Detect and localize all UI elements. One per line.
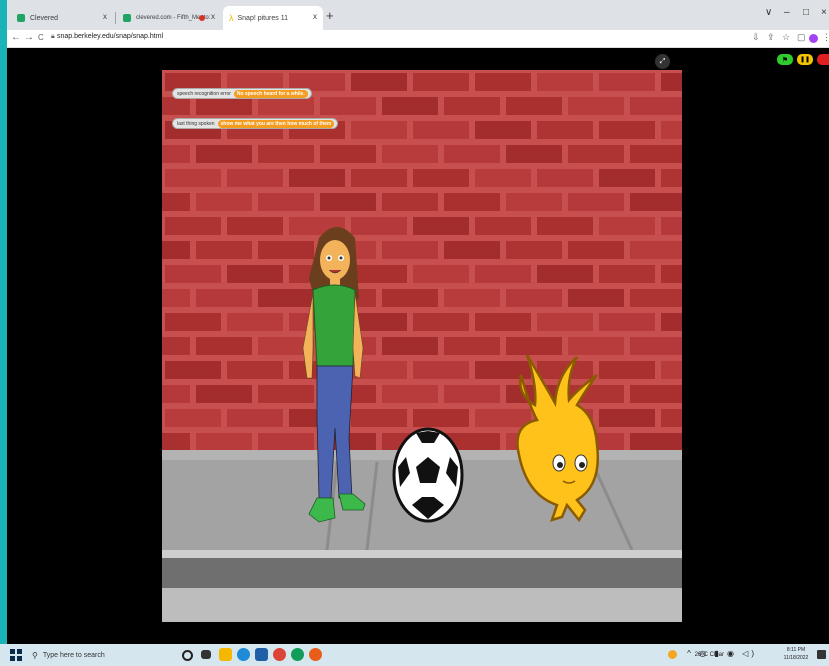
- mail-icon[interactable]: [255, 648, 268, 661]
- tab-clevered-mentor[interactable]: clevered.com - Fifth_Mento: x: [117, 6, 221, 30]
- browser-toolbar: ← → C 🔒︎ snap.berkeley.edu/snap/snap.htm…: [7, 30, 829, 48]
- close-tab-icon[interactable]: x: [211, 12, 215, 21]
- green-flag-button[interactable]: ⚑: [777, 54, 793, 65]
- record-app-icon[interactable]: [309, 648, 322, 661]
- profile-avatar[interactable]: [809, 34, 818, 43]
- exit-fullscreen-icon[interactable]: ⤢: [655, 54, 670, 69]
- clock-date[interactable]: 11/18/2022: [778, 655, 814, 661]
- search-placeholder: Type here to search: [42, 651, 105, 659]
- share-icon[interactable]: ⇪: [767, 32, 775, 43]
- tab-bar: Clevered x clevered.com - Fifth_Mento: x…: [7, 0, 829, 30]
- tray-icons[interactable]: ^ ◎ ▮ ◉ ◁): [687, 649, 757, 658]
- clevered-favicon-icon: [123, 14, 131, 22]
- windows-taskbar: ⚲ Type here to search 26°C Clear ^ ◎ ▮ ◉…: [0, 644, 829, 666]
- chrome-icon[interactable]: [273, 648, 286, 661]
- install-icon[interactable]: ⇩: [752, 32, 760, 43]
- weather-moon-icon: [668, 650, 677, 659]
- side-panel-icon[interactable]: ▢: [797, 32, 806, 43]
- tab-snap[interactable]: λ Snap! pitures 11 x: [223, 6, 323, 30]
- tab-title: Clevered: [30, 14, 59, 22]
- bookmark-star-icon[interactable]: ☆: [782, 32, 790, 43]
- back-button[interactable]: ←: [11, 32, 21, 43]
- tab-clevered[interactable]: Clevered x: [11, 6, 113, 30]
- address-bar[interactable]: snap.berkeley.edu/snap/snap.html: [57, 33, 163, 40]
- close-tab-icon[interactable]: x: [313, 12, 317, 21]
- watcher-label: speech recognition error: [177, 90, 231, 97]
- maximize-button[interactable]: □: [803, 7, 809, 18]
- soccer-ball-sprite[interactable]: [392, 427, 464, 523]
- menu-icon[interactable]: ⋮: [822, 32, 829, 43]
- pause-button[interactable]: ❚❚: [797, 54, 813, 65]
- watcher-value: show me what you are then how much of th…: [217, 119, 335, 128]
- edge-icon[interactable]: [237, 648, 250, 661]
- taskbar-search-box[interactable]: ⚲ Type here to search: [32, 647, 172, 663]
- notifications-icon[interactable]: [817, 650, 826, 659]
- girl-sprite[interactable]: [297, 218, 377, 530]
- watcher-value: No speech heard for a while.: [233, 89, 308, 98]
- watcher-label: last thing spoken: [177, 120, 215, 127]
- file-explorer-icon[interactable]: [219, 648, 232, 661]
- watcher-last-spoken[interactable]: last thing spoken show me what you are t…: [172, 118, 339, 129]
- chrome-profile-icon[interactable]: [291, 648, 304, 661]
- search-icon: ⚲: [32, 650, 38, 660]
- tab-search-icon[interactable]: ∨: [765, 7, 772, 18]
- lock-icon: 🔒︎: [51, 33, 55, 40]
- task-view-icon[interactable]: [201, 650, 211, 659]
- minimize-button[interactable]: –: [784, 7, 790, 18]
- cortana-icon[interactable]: [182, 650, 193, 661]
- clock-time[interactable]: 8:11 PM: [778, 647, 814, 653]
- recording-icon: [199, 15, 205, 21]
- new-tab-button[interactable]: +: [326, 8, 334, 23]
- alonzo-sprite[interactable]: [507, 345, 607, 525]
- reload-button[interactable]: C: [38, 33, 44, 42]
- stage[interactable]: speech recognition error No speech heard…: [162, 70, 682, 622]
- snap-page: ⤢ ⚑ ❚❚ speech recognition error No speec…: [7, 48, 829, 644]
- browser-window: Clevered x clevered.com - Fifth_Mento: x…: [7, 0, 829, 644]
- windows-start-icon[interactable]: [10, 649, 22, 661]
- watcher-speech-error[interactable]: speech recognition error No speech heard…: [172, 88, 312, 99]
- stop-button[interactable]: [817, 54, 829, 65]
- close-window-button[interactable]: ×: [821, 7, 827, 18]
- close-tab-icon[interactable]: x: [103, 12, 107, 21]
- snap-lambda-icon: λ: [229, 13, 234, 23]
- forward-button[interactable]: →: [24, 32, 34, 43]
- tab-title: Snap! pitures 11: [237, 14, 288, 22]
- clevered-favicon-icon: [17, 14, 25, 22]
